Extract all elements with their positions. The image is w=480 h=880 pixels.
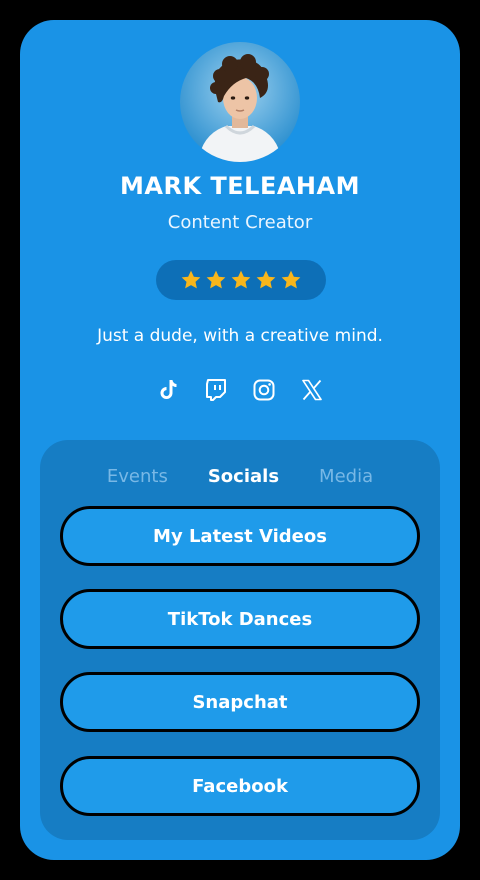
tab-media[interactable]: Media [319, 466, 373, 496]
links-panel: Events Socials Media My Latest Videos Ti… [40, 440, 440, 840]
tab-events[interactable]: Events [107, 466, 168, 496]
star-icon [206, 270, 226, 289]
avatar-image [180, 42, 300, 162]
social-links [20, 377, 460, 407]
snapchat-button[interactable]: Snapchat [60, 672, 420, 732]
tiktok-dances-button[interactable]: TikTok Dances [60, 589, 420, 649]
phone-frame: MARK TELEAHAM Content Creator Just a dud… [0, 0, 480, 880]
tab-socials[interactable]: Socials [208, 466, 279, 496]
twitch-icon[interactable] [203, 377, 229, 403]
instagram-icon[interactable] [251, 377, 277, 403]
profile-screen: MARK TELEAHAM Content Creator Just a dud… [20, 20, 460, 860]
star-icon [256, 270, 276, 289]
rating-badge [156, 260, 326, 300]
star-icon [181, 270, 201, 289]
profile-bio: Just a dude, with a creative mind. [97, 326, 383, 346]
tiktok-icon[interactable] [155, 377, 181, 403]
star-icon [231, 270, 251, 289]
star-icon [281, 270, 301, 289]
facebook-button[interactable]: Facebook [60, 756, 420, 816]
avatar [180, 42, 300, 162]
x-icon[interactable] [299, 377, 325, 403]
profile-role: Content Creator [167, 212, 313, 233]
profile-name: MARK TELEAHAM [120, 172, 360, 200]
latest-videos-button[interactable]: My Latest Videos [60, 506, 420, 566]
tab-bar: Events Socials Media [40, 466, 440, 496]
